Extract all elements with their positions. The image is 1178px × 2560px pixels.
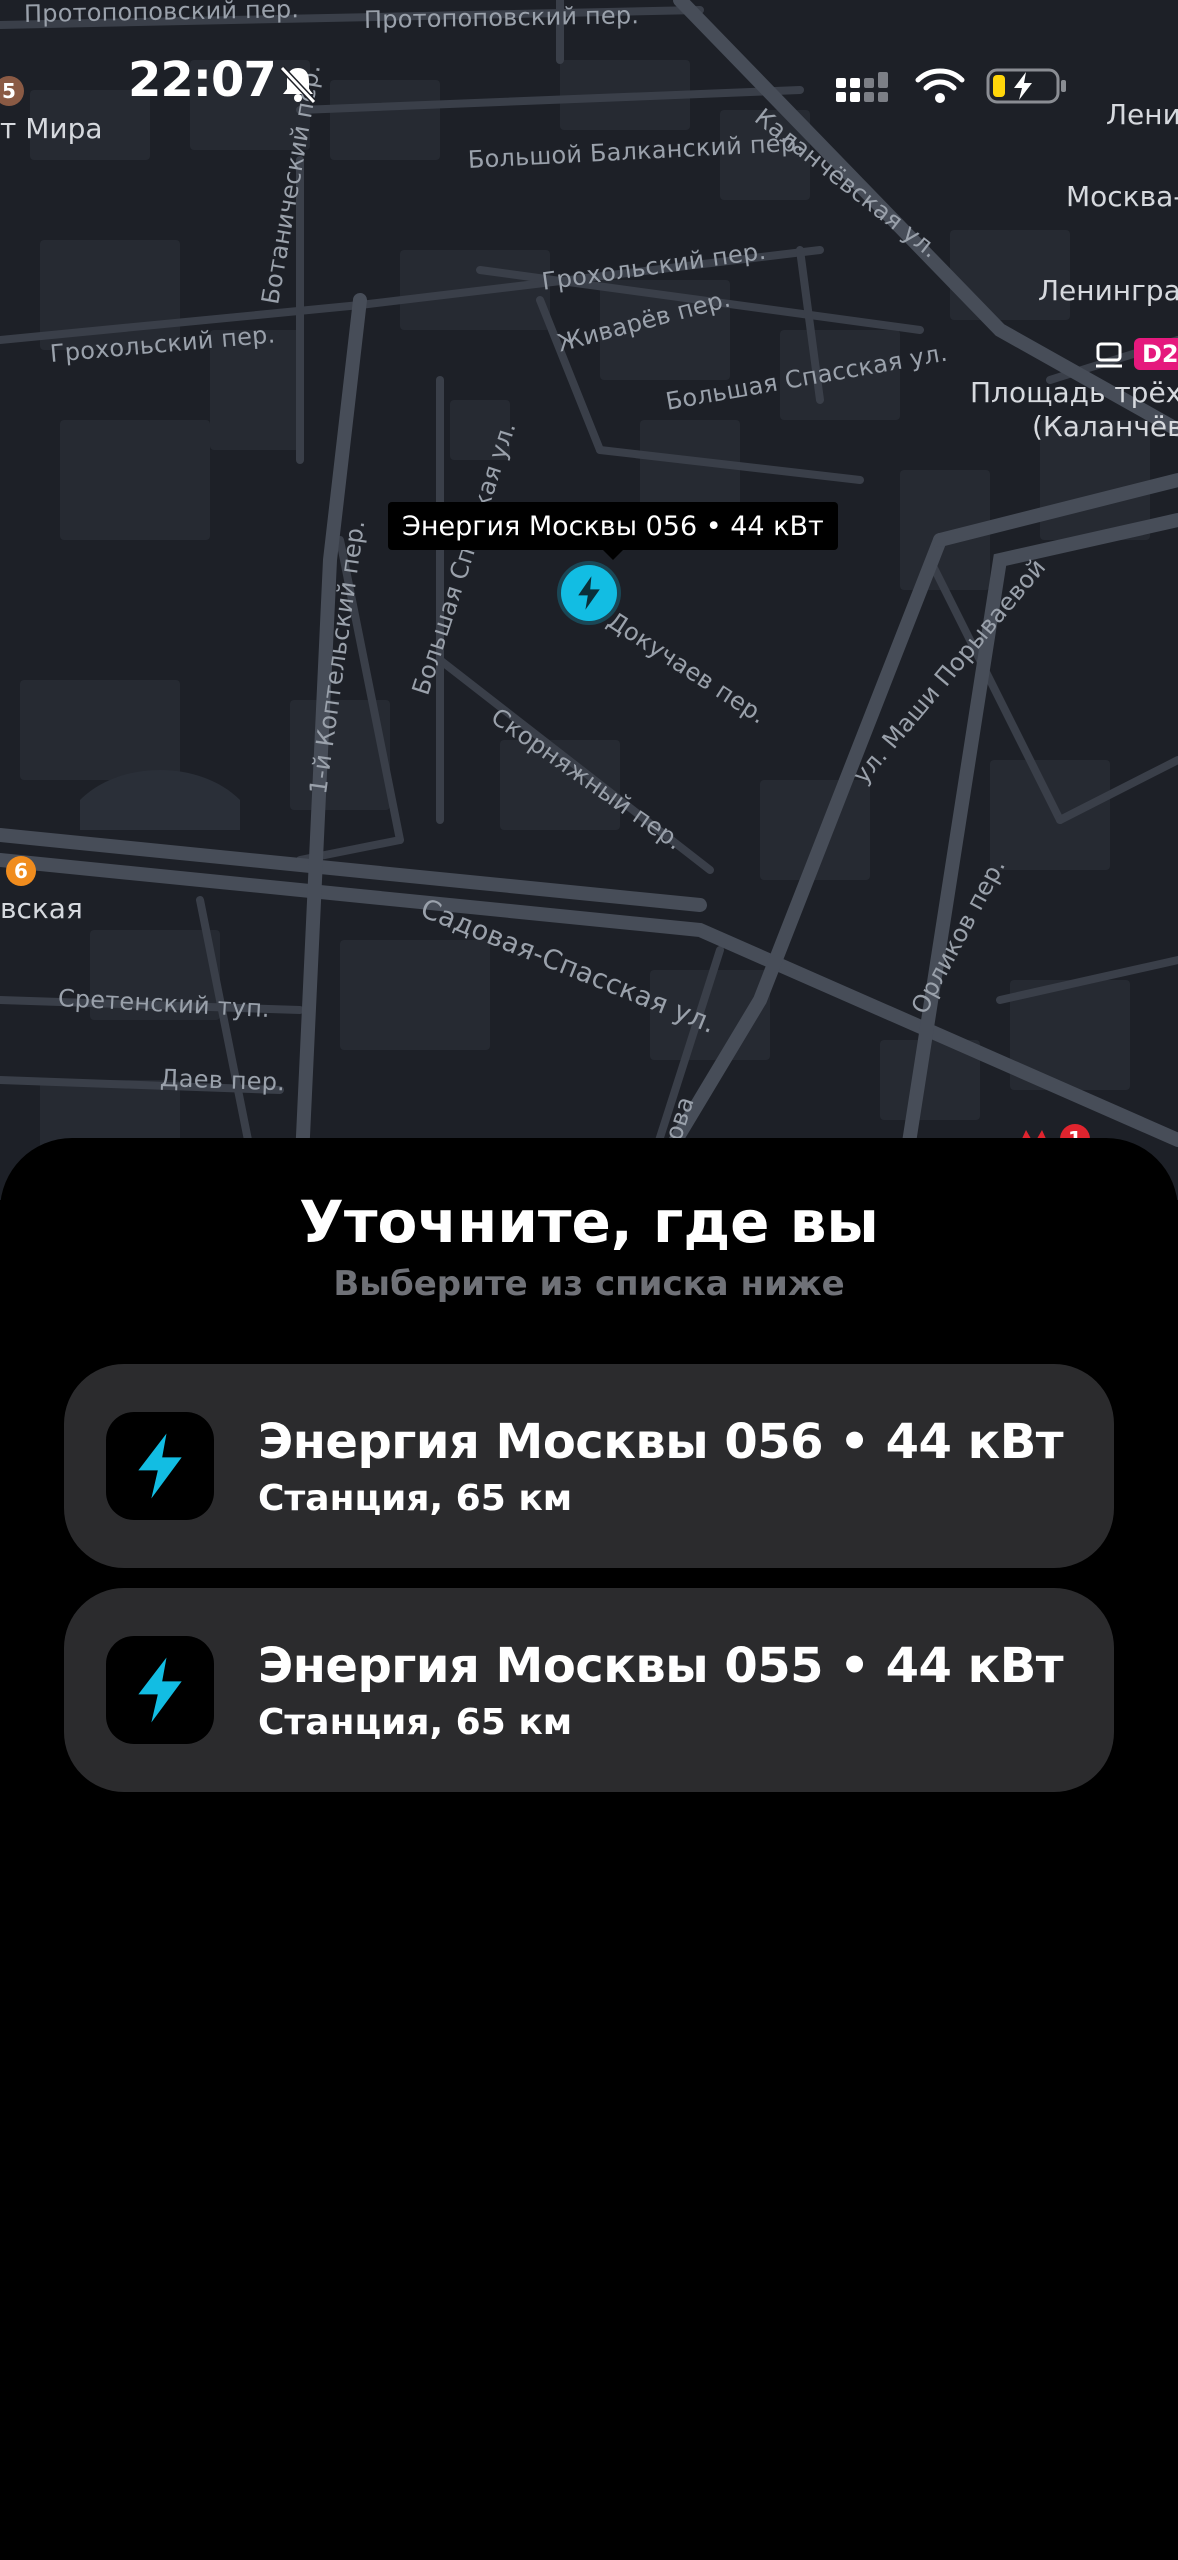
- place-label: Ленинград: [1038, 274, 1178, 307]
- charging-station-pin[interactable]: [561, 565, 617, 621]
- station-icon-tile: [106, 1636, 214, 1744]
- map-view[interactable]: Протопоповский пер. Протопоповский пер. …: [0, 0, 1178, 1200]
- station-icon-tile: [106, 1412, 214, 1520]
- street-label: Даев пер.: [159, 1064, 286, 1097]
- station-option-056[interactable]: Энергия Москвы 056 • 44 кВт Станция, 65 …: [64, 1364, 1114, 1568]
- train-icon: [1094, 342, 1124, 374]
- sheet-subtitle: Выберите из списка ниже: [333, 1264, 845, 1304]
- place-label: Москва-: [1066, 180, 1178, 213]
- station-meta: Станция, 65 км: [258, 1478, 573, 1519]
- station-option-055[interactable]: Энергия Москвы 055 • 44 кВт Станция, 65 …: [64, 1588, 1114, 1792]
- rail-d2-badge: D2: [1134, 338, 1178, 370]
- battery-charging-icon: [986, 66, 1070, 110]
- bell-slash-icon: [276, 62, 320, 110]
- place-label: Площадь трёх: [970, 376, 1178, 409]
- station-name: Энергия Москвы 056 • 44 кВт: [258, 1414, 1064, 1470]
- status-bar: 22:07: [0, 0, 1178, 170]
- place-label: (Каланчёв: [1032, 410, 1178, 443]
- lightning-bolt-icon: [578, 576, 600, 610]
- station-name: Энергия Москвы 055 • 44 кВт: [258, 1638, 1064, 1694]
- sheet-title: Уточните, где вы: [299, 1188, 879, 1256]
- place-label: вская: [0, 892, 83, 925]
- metro-line-6-badge: 6: [6, 856, 36, 886]
- map-pin-tooltip[interactable]: Энергия Москвы 056 • 44 кВт: [388, 502, 838, 560]
- location-picker-sheet: Уточните, где вы Выберите из списка ниже…: [0, 1138, 1178, 2560]
- signal-icon: [834, 70, 896, 114]
- lightning-bolt-icon: [138, 1433, 182, 1499]
- status-time: 22:07: [128, 52, 277, 108]
- wifi-icon: [914, 66, 966, 110]
- station-meta: Станция, 65 км: [258, 1702, 573, 1743]
- lightning-bolt-icon: [138, 1657, 182, 1723]
